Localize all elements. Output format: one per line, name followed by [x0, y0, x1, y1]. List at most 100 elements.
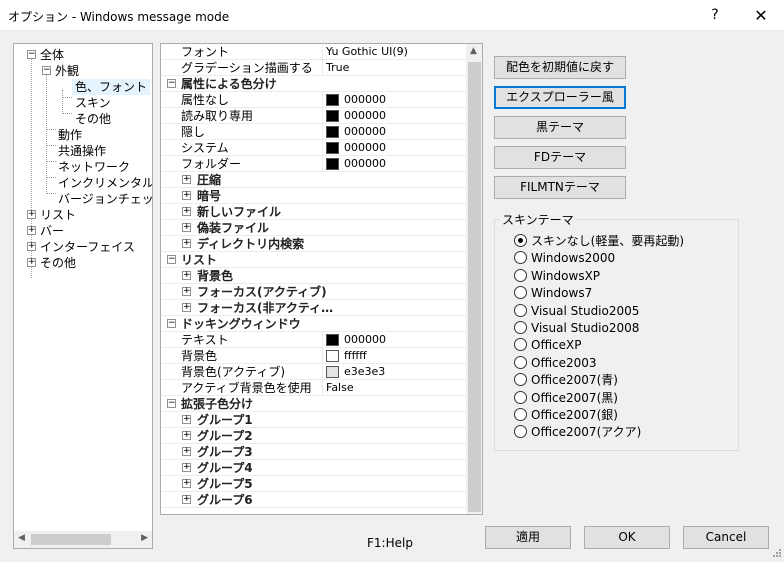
- subcategory-label: グループ4: [197, 461, 253, 475]
- subcategory-label: グループ2: [197, 429, 253, 443]
- grid-category-row[interactable]: − 属性による色分け: [161, 76, 466, 92]
- tree-item-behavior[interactable]: 動作: [58, 127, 82, 143]
- grid-subcategory-row[interactable]: + グループ5: [161, 476, 466, 492]
- grid-subcategory-row[interactable]: + 背景色: [161, 268, 466, 284]
- scroll-left-icon[interactable]: ◀: [18, 533, 25, 543]
- collapse-icon[interactable]: −: [167, 255, 176, 264]
- expand-icon[interactable]: +: [182, 287, 191, 296]
- tree-item-label: 外観: [55, 64, 80, 78]
- filmtn-theme-button[interactable]: FILMTNテーマ: [494, 176, 626, 199]
- property-value: 000000: [344, 141, 386, 154]
- cancel-button[interactable]: Cancel: [683, 526, 769, 549]
- expand-icon[interactable]: +: [182, 223, 191, 232]
- grid-subcategory-row[interactable]: + グループ3: [161, 444, 466, 460]
- radio-circle-icon[interactable]: [514, 355, 527, 369]
- close-button[interactable]: ✕: [738, 0, 784, 31]
- tree-item-color-font[interactable]: 色、フォント: [72, 79, 151, 95]
- tree-item-appearance-other[interactable]: その他: [75, 111, 111, 127]
- expand-icon[interactable]: +: [27, 242, 36, 251]
- grid-category-row[interactable]: − 拡張子色分け: [161, 396, 466, 412]
- expand-icon[interactable]: +: [182, 175, 191, 184]
- property-value: ffffff: [344, 349, 367, 362]
- grid-property-row[interactable]: グラデーション描画する True: [161, 60, 466, 76]
- scroll-thumb[interactable]: [31, 534, 111, 545]
- apply-button[interactable]: 適用: [485, 526, 571, 549]
- grid-vertical-scrollbar[interactable]: ▲: [466, 44, 482, 514]
- radio-circle-icon[interactable]: [514, 234, 527, 247]
- expand-icon[interactable]: +: [182, 191, 191, 200]
- grid-subcategory-row[interactable]: + グループ4: [161, 460, 466, 476]
- expand-icon[interactable]: +: [182, 495, 191, 504]
- tree-item-common-ops[interactable]: 共通操作: [58, 143, 106, 159]
- expand-icon[interactable]: +: [27, 210, 36, 219]
- radio-selected-dot: [518, 238, 523, 243]
- settings-tree[interactable]: − 全体 − 外観 色、フォント スキン その他 動作 共通操作 ネットワーク …: [13, 43, 153, 549]
- expand-icon[interactable]: +: [182, 447, 191, 456]
- grid-subcategory-row[interactable]: + グループ6: [161, 492, 466, 508]
- grid-property-row[interactable]: 隠し 000000: [161, 124, 466, 140]
- expand-icon[interactable]: +: [27, 258, 36, 267]
- scroll-up-icon[interactable]: ▲: [470, 46, 477, 56]
- grid-property-row[interactable]: アクティブ背景色を使用 False: [161, 380, 466, 396]
- explorer-theme-button[interactable]: エクスプローラー風: [494, 86, 626, 109]
- expand-icon[interactable]: +: [182, 271, 191, 280]
- grid-property-row[interactable]: 読み取り専用 000000: [161, 108, 466, 124]
- grid-subcategory-row[interactable]: + 偽装ファイル: [161, 220, 466, 236]
- grid-subcategory-row[interactable]: + 新しいファイル: [161, 204, 466, 220]
- collapse-icon[interactable]: −: [167, 399, 176, 408]
- scroll-right-icon[interactable]: ▶: [141, 533, 148, 543]
- subcategory-label: ディレクトリ内検索: [197, 237, 305, 251]
- tree-item-version-check[interactable]: バージョンチェック: [58, 191, 152, 207]
- radio-circle-icon[interactable]: [514, 268, 527, 282]
- tree-item-incremental-search[interactable]: インクリメンタルサー: [58, 175, 152, 191]
- expand-icon[interactable]: +: [182, 479, 191, 488]
- grid-property-row[interactable]: フォント Yu Gothic UI(9): [161, 44, 466, 60]
- grid-subcategory-row[interactable]: + フォーカス(非アクティ…: [161, 300, 466, 316]
- grid-subcategory-row[interactable]: + 圧縮: [161, 172, 466, 188]
- expand-icon[interactable]: +: [182, 239, 191, 248]
- tree-item-label: 共通操作: [58, 144, 107, 158]
- grid-category-row[interactable]: − ドッキングウィンドウ: [161, 316, 466, 332]
- collapse-icon[interactable]: −: [42, 66, 51, 75]
- collapse-icon[interactable]: −: [167, 79, 176, 88]
- expand-icon[interactable]: +: [182, 463, 191, 472]
- grid-property-row[interactable]: 背景色 ffffff: [161, 348, 466, 364]
- expand-icon[interactable]: +: [182, 303, 191, 312]
- grid-property-row[interactable]: フォルダー 000000: [161, 156, 466, 172]
- radio-circle-icon[interactable]: [514, 390, 527, 404]
- collapse-icon[interactable]: −: [167, 319, 176, 328]
- collapse-icon[interactable]: −: [27, 50, 36, 59]
- grid-property-row[interactable]: テキスト 000000: [161, 332, 466, 348]
- resize-grip-icon[interactable]: [770, 548, 782, 560]
- help-button[interactable]: ?: [692, 0, 738, 31]
- fd-theme-button[interactable]: FDテーマ: [494, 146, 626, 169]
- expand-icon[interactable]: +: [27, 226, 36, 235]
- property-name: 隠し: [181, 125, 206, 139]
- grid-subcategory-row[interactable]: + ディレクトリ内検索: [161, 236, 466, 252]
- grid-property-row[interactable]: 属性なし 000000: [161, 92, 466, 108]
- scroll-thumb[interactable]: [468, 62, 481, 512]
- subcategory-label: 背景色: [197, 269, 234, 283]
- grid-property-row[interactable]: 背景色(アクティブ) e3e3e3: [161, 364, 466, 380]
- grid-subcategory-row[interactable]: + フォーカス(アクティブ): [161, 284, 466, 300]
- radio-circle-icon[interactable]: [514, 321, 527, 334]
- expand-icon[interactable]: +: [182, 431, 191, 440]
- black-theme-button[interactable]: 黒テーマ: [494, 116, 626, 139]
- tree-item-network[interactable]: ネットワーク: [58, 159, 130, 175]
- grid-subcategory-row[interactable]: + グループ2: [161, 428, 466, 444]
- radio-circle-icon[interactable]: [514, 408, 527, 421]
- expand-icon[interactable]: +: [182, 415, 191, 424]
- grid-subcategory-row[interactable]: + グループ1: [161, 412, 466, 428]
- grid-category-row[interactable]: − リスト: [161, 252, 466, 268]
- ok-button[interactable]: OK: [584, 526, 670, 549]
- expand-icon[interactable]: +: [182, 207, 191, 216]
- grid-subcategory-row[interactable]: + 暗号: [161, 188, 466, 204]
- tree-item-skin[interactable]: スキン: [75, 95, 111, 111]
- radio-circle-icon[interactable]: [514, 303, 527, 317]
- window-title: オプション - Windows message mode: [8, 10, 230, 24]
- property-grid[interactable]: フォント Yu Gothic UI(9) グラデーション描画する True − 属性による…: [160, 43, 483, 515]
- reset-colors-button[interactable]: 配色を初期値に戻す: [494, 56, 626, 79]
- property-value: False: [326, 381, 354, 394]
- grid-property-row[interactable]: システム 000000: [161, 140, 466, 156]
- tree-horizontal-scrollbar[interactable]: ◀ ▶: [14, 531, 152, 548]
